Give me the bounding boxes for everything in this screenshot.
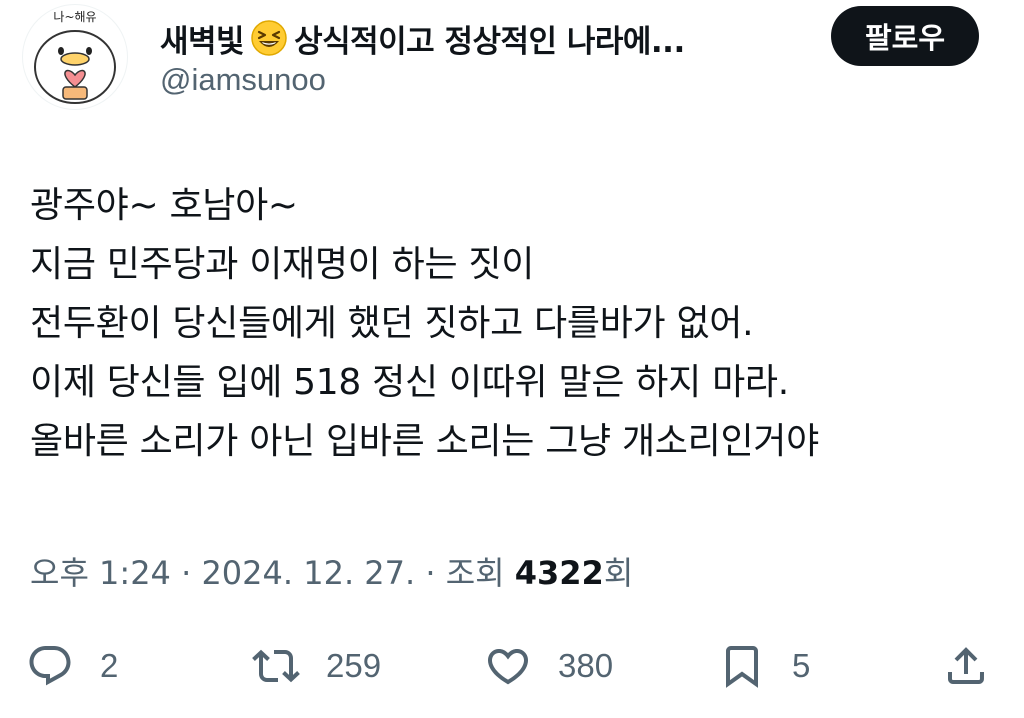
retweet-count: 259 — [326, 647, 382, 684]
like-count: 380 — [558, 647, 614, 684]
meta-separator: · — [170, 554, 202, 592]
display-name[interactable]: 새벽빛 — [160, 16, 245, 61]
views-suffix: 회 — [603, 554, 634, 592]
tweet-line: 올바른 소리가 아닌 입바른 소리는 그냥 개소리인거야 — [30, 421, 819, 462]
tweet-date[interactable]: 2024. 12. 27. — [201, 554, 415, 592]
laughing-face-emoji-icon — [250, 19, 288, 57]
duck-avatar-image: 나~해유 — [34, 10, 116, 104]
tweet-line: 이제 당신들 입에 518 정신 이따위 말은 하지 마라. — [30, 362, 789, 403]
retweet-icon — [252, 649, 300, 683]
reply-button[interactable]: 2 — [26, 630, 118, 702]
display-name-row[interactable]: 새벽빛 상식적이고 정상적인 나라에... — [160, 12, 685, 64]
reply-icon — [29, 646, 71, 686]
bookmark-count: 5 — [792, 647, 811, 684]
avatar-text: 나~해유 — [53, 10, 96, 24]
tweet-text: 광주야~ 호남아~ 지금 민주당과 이재명이 하는 짓이 전두환이 당신들에게 … — [30, 176, 1010, 471]
like-button[interactable]: 380 — [484, 630, 613, 702]
share-icon — [948, 647, 984, 684]
tweet-meta: 오후 1:24 · 2024. 12. 27. · 조회 4322회 — [30, 548, 633, 594]
tweet-line: 광주야~ 호남아~ — [30, 185, 298, 226]
share-button[interactable] — [942, 630, 990, 702]
views-label: 조회 — [445, 554, 515, 592]
heart-icon — [487, 649, 529, 685]
bookmark-icon — [726, 646, 758, 688]
follow-button[interactable]: 팔로우 — [831, 6, 979, 66]
meta-separator: · — [415, 554, 446, 592]
retweet-button[interactable]: 259 — [252, 630, 381, 702]
tweet-time[interactable]: 오후 1:24 — [30, 554, 171, 592]
avatar[interactable]: 나~해유 — [22, 4, 128, 110]
display-name-suffix[interactable]: 상식적이고 정상적인 나라에... — [294, 16, 685, 61]
bookmark-button[interactable]: 5 — [718, 630, 810, 702]
user-handle[interactable]: @iamsunoo — [160, 62, 326, 98]
action-bar: 2 259 380 5 — [0, 630, 1024, 702]
views-count: 4322 — [514, 554, 604, 592]
tweet-line: 전두환이 당신들에게 했던 짓하고 다를바가 없어. — [30, 303, 754, 344]
tweet-line: 지금 민주당과 이재명이 하는 짓이 — [30, 244, 535, 285]
reply-count: 2 — [100, 647, 119, 684]
